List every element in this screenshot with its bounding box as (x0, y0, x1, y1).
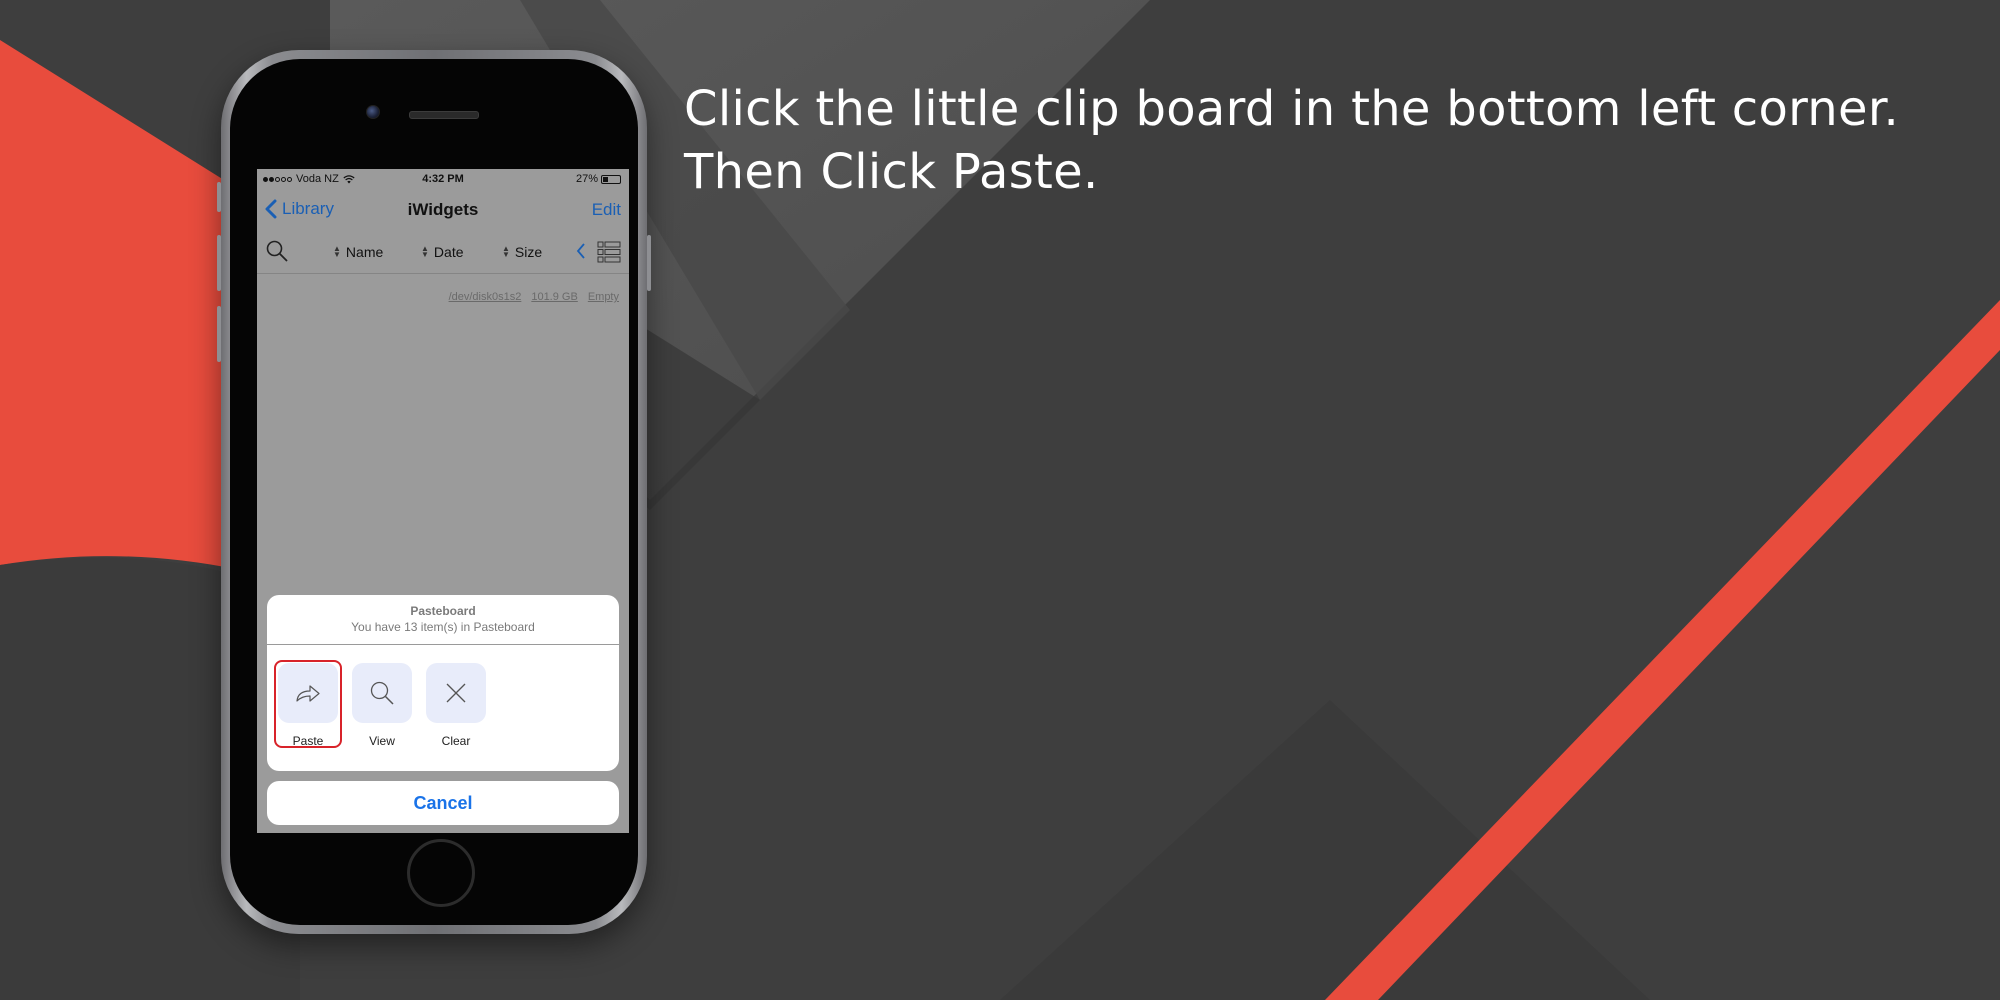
pasteboard-sheet: Pasteboard You have 13 item(s) in Pasteb… (267, 595, 619, 771)
close-icon (446, 683, 466, 703)
sort-arrows-icon: ▲ ▼ (421, 244, 429, 259)
instruction-line-1: Click the little clip board in the botto… (684, 81, 1900, 137)
phone-front: Voda NZ 4:32 PM 27% Library iWidgets Edi… (230, 59, 638, 925)
mute-switch (217, 182, 221, 212)
paste-highlight-box (274, 660, 342, 748)
pasteboard-subtitle: You have 13 item(s) in Pasteboard (351, 620, 535, 634)
search-icon (370, 681, 394, 705)
front-camera (366, 105, 380, 119)
list-view-icon[interactable] (597, 241, 621, 263)
instruction-line-2: Then Click Paste. (684, 144, 1099, 200)
chevron-left-icon[interactable] (575, 241, 587, 261)
sort-size-label: Size (514, 244, 543, 260)
edit-button[interactable]: Edit (592, 200, 621, 220)
sort-name-label: Name (345, 244, 384, 260)
disk-capacity[interactable]: 101.9 GB (531, 291, 577, 303)
status-time: 4:32 PM (422, 173, 464, 185)
status-bar: Voda NZ 4:32 PM 27% (257, 169, 629, 189)
clear-button-tile[interactable] (426, 663, 486, 723)
cancel-button[interactable]: Cancel (267, 781, 619, 825)
battery-percent: 27% (575, 173, 598, 185)
volume-down-button (217, 306, 221, 362)
pasteboard-header: Pasteboard You have 13 item(s) in Pasteb… (267, 595, 619, 645)
sort-toolbar: ▲ ▼ Name ▲ ▼ Date ▲ ▼ Size (257, 231, 629, 274)
pasteboard-title: Pasteboard (410, 604, 476, 618)
clear-label: Clear (441, 734, 471, 748)
disk-info: /dev/disk0s1s2 101.9 GB Empty (449, 291, 619, 303)
view-label: View (369, 734, 395, 748)
instruction-text: Click the little clip board in the botto… (684, 78, 1899, 204)
sort-date-label: Date (433, 244, 464, 260)
disk-status[interactable]: Empty (588, 291, 619, 303)
search-icon[interactable] (265, 239, 289, 263)
earpiece-speaker (409, 111, 479, 119)
navigation-bar: Library iWidgets Edit (257, 189, 629, 231)
sort-date-button[interactable]: ▲ ▼ Date (421, 244, 464, 260)
view-button[interactable]: View (352, 663, 412, 748)
slide-canvas: Click the little clip board in the botto… (0, 0, 2000, 1000)
clear-button[interactable]: Clear (426, 663, 486, 748)
sort-size-button[interactable]: ▲ ▼ Size (502, 244, 542, 260)
disk-device[interactable]: /dev/disk0s1s2 (449, 291, 522, 303)
phone-screen: Voda NZ 4:32 PM 27% Library iWidgets Edi… (257, 169, 629, 833)
iphone-device: Voda NZ 4:32 PM 27% Library iWidgets Edi… (217, 50, 651, 934)
sort-arrows-icon: ▲ ▼ (502, 244, 510, 259)
home-button[interactable] (407, 839, 475, 907)
battery-icon (601, 174, 621, 184)
nav-title: iWidgets (407, 200, 479, 219)
sort-arrows-icon: ▲ ▼ (333, 244, 341, 259)
volume-up-button (217, 235, 221, 291)
sort-name-button[interactable]: ▲ ▼ Name (333, 244, 383, 260)
power-button (647, 235, 651, 291)
view-button-tile[interactable] (352, 663, 412, 723)
